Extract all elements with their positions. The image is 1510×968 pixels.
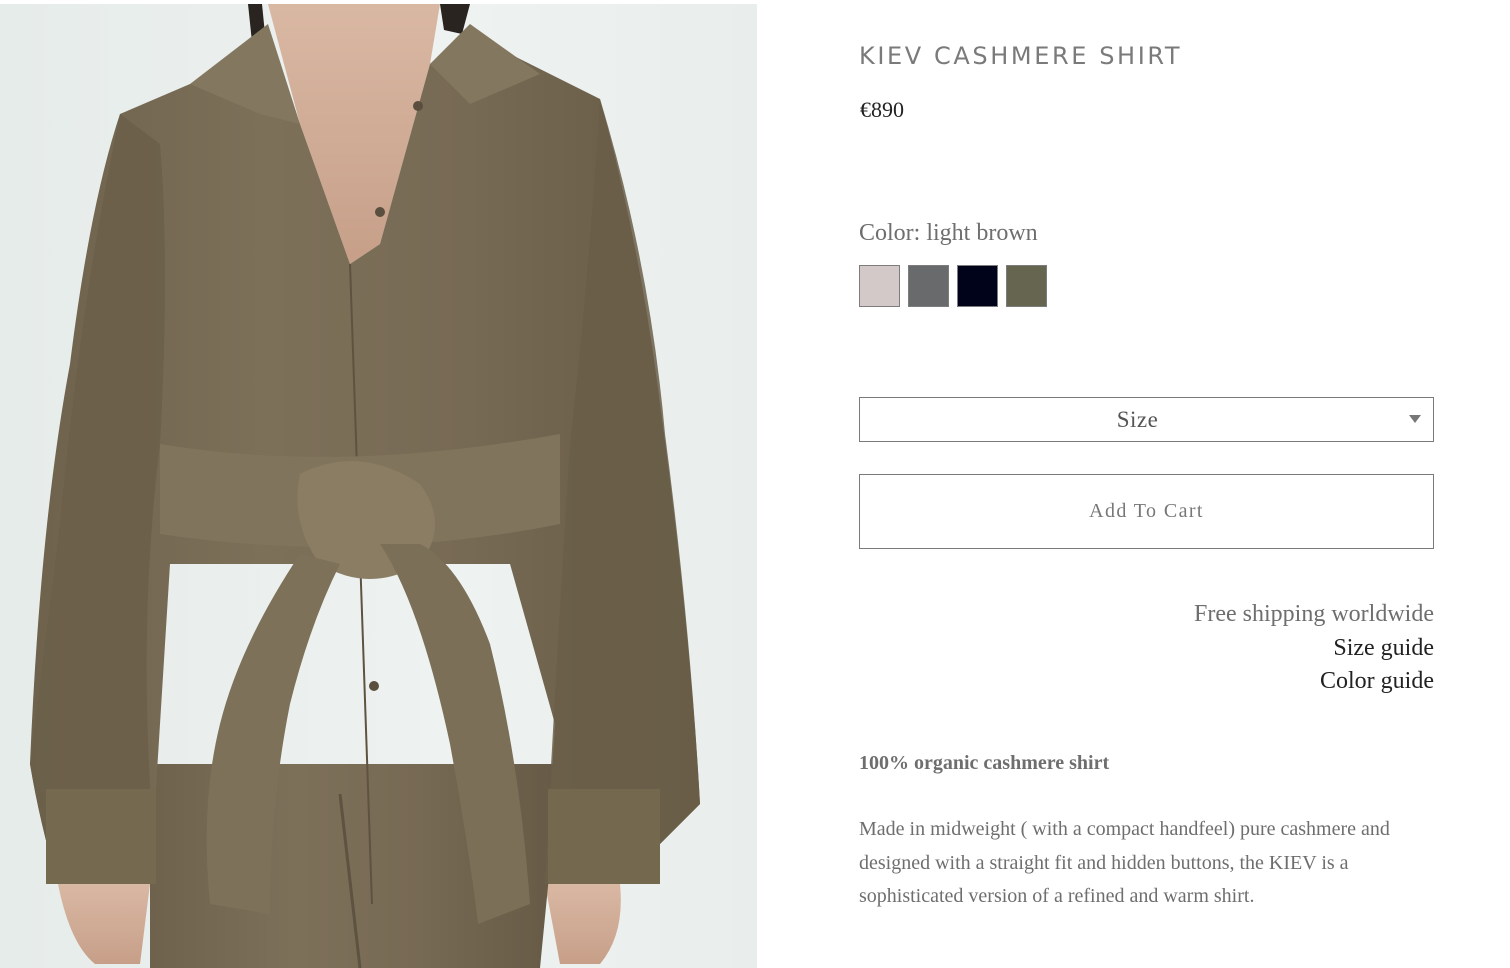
info-links: Free shipping worldwide Size guide Color… (1194, 598, 1434, 699)
color-swatches (859, 265, 1047, 307)
color-guide-link[interactable]: Color guide (1194, 665, 1434, 699)
product-title: KIEV CASHMERE SHIRT (859, 42, 1183, 70)
chevron-down-icon (1409, 415, 1421, 423)
description-body: Made in midweight ( with a compact handf… (859, 818, 1390, 907)
product-price: €890 (860, 97, 904, 122)
description-heading: 100% organic cashmere shirt (859, 752, 1110, 774)
size-select[interactable]: Size (859, 397, 1434, 442)
add-to-cart-button[interactable]: Add To Cart (859, 474, 1434, 549)
color-swatch-navy[interactable] (957, 265, 998, 307)
color-swatch-grey[interactable] (908, 265, 949, 307)
free-shipping-text: Free shipping worldwide (1194, 601, 1434, 627)
color-swatch-light-pink[interactable] (859, 265, 900, 307)
size-select-label: Size (1116, 406, 1159, 432)
product-image (0, 4, 757, 968)
model-wearing-shirt-illustration (30, 4, 700, 968)
color-label: Color: light brown (859, 220, 1038, 246)
color-swatch-light-brown[interactable] (1006, 265, 1047, 307)
size-guide-link[interactable]: Size guide (1194, 632, 1434, 666)
